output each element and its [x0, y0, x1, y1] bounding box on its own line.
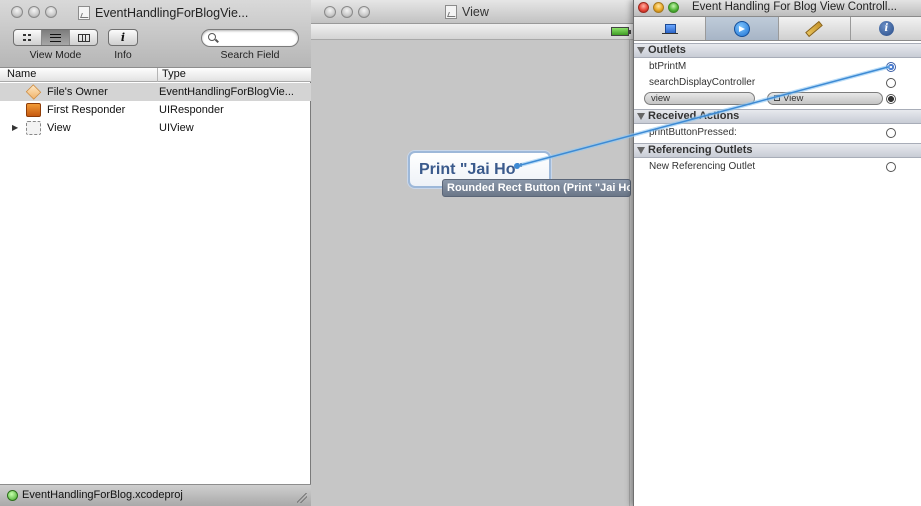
column-header-type[interactable]: Type [158, 68, 311, 82]
outlet-pill-view[interactable]: view [644, 92, 755, 105]
simulated-status-bar [311, 24, 633, 40]
attributes-icon [661, 23, 678, 34]
connection-circle-icon[interactable] [886, 128, 896, 138]
disclosure-triangle-icon[interactable]: ▶ [12, 119, 18, 137]
minimize-button[interactable] [28, 6, 40, 18]
view-titlebar: View [311, 0, 633, 24]
icon-view-button[interactable] [14, 30, 42, 45]
connection-circle-icon[interactable] [886, 78, 896, 88]
outline-row-files-owner[interactable]: File's Owner EventHandlingForBlogVie... [0, 83, 311, 101]
inspector-titlebar: Event Handling For Blog View Controll... [634, 0, 921, 17]
connection-circle-icon[interactable] [886, 94, 896, 104]
view-mode-label: View Mode [29, 49, 82, 61]
document-proxy-icon[interactable] [78, 6, 90, 20]
window-title-text: View [462, 5, 489, 19]
tab-identity[interactable]: i [851, 17, 921, 40]
battery-icon [611, 27, 631, 36]
window-controls [638, 2, 679, 13]
search-field-label: Search Field [220, 49, 280, 61]
outline-row-first-responder[interactable]: First Responder UIResponder [0, 101, 311, 119]
zoom-button[interactable] [668, 2, 679, 13]
info-icon: i [878, 21, 894, 36]
outlet-row-view: view View [634, 91, 921, 107]
action-label: printButtonPressed: [649, 127, 737, 138]
search-input[interactable] [220, 32, 294, 44]
minimize-button[interactable] [653, 2, 664, 13]
tab-connections[interactable] [706, 17, 779, 40]
resize-grip-icon[interactable] [297, 493, 307, 503]
referencing-row-new: New Referencing Outlet [634, 159, 921, 175]
outlet-label: btPrintM [649, 61, 687, 72]
window-title-text: EventHandlingForBlogVie... [95, 6, 249, 20]
section-referencing-outlets[interactable]: Referencing Outlets [634, 143, 921, 158]
section-outlets[interactable]: Outlets [634, 43, 921, 58]
connection-circle-icon[interactable] [886, 62, 896, 72]
search-field [201, 29, 299, 47]
zoom-button[interactable] [358, 6, 370, 18]
referencing-label: New Referencing Outlet [649, 161, 756, 172]
search-icon [208, 33, 216, 41]
document-window: EventHandlingForBlogVie... View Mode i I… [0, 0, 311, 506]
zoom-button[interactable] [45, 6, 57, 18]
column-header-name[interactable]: Name [0, 68, 158, 82]
document-status-bar: EventHandlingForBlog.xcodeproj [0, 484, 311, 506]
window-title: View [445, 5, 489, 19]
document-proxy-icon[interactable] [445, 5, 457, 19]
action-row-print-button-pressed: printButtonPressed: [634, 125, 921, 141]
window-controls [11, 6, 57, 18]
column-view-button[interactable] [70, 30, 97, 45]
connected-target-label: View [783, 93, 804, 104]
info-icon: i [120, 31, 126, 44]
view-window: View Print "Jai Ho" Rounded Rect Button … [311, 0, 633, 506]
element-tooltip: Rounded Rect Button (Print "Jai Ho") [442, 179, 631, 197]
row-name: First Responder [47, 104, 126, 116]
close-button[interactable] [11, 6, 23, 18]
outlet-row-btprintm: btPrintM [634, 59, 921, 75]
outline-row-view[interactable]: ▶ View UIView [0, 119, 311, 137]
outlet-row-search-display-controller: searchDisplayController [634, 75, 921, 91]
list-icon [50, 33, 61, 42]
section-received-actions[interactable]: Received Actions [634, 109, 921, 124]
project-status-icon [7, 490, 18, 501]
inspector-tabs: i [634, 17, 921, 41]
tab-attributes[interactable] [634, 17, 707, 40]
view-canvas[interactable] [311, 40, 633, 506]
inspector-title: Event Handling For Blog View Controll... [692, 1, 897, 13]
outline-header: Name Type [0, 68, 311, 82]
info-button[interactable]: i [108, 29, 138, 46]
outlet-label: searchDisplayController [649, 77, 756, 88]
close-button[interactable] [638, 2, 649, 13]
view-mode-control [13, 29, 98, 46]
info-label: Info [114, 49, 132, 61]
ruler-icon [805, 20, 823, 37]
columns-icon [77, 33, 90, 42]
row-name: View [47, 122, 71, 134]
grid-icon [23, 34, 32, 41]
connected-target-pill[interactable]: View [767, 92, 883, 105]
row-type: UIResponder [159, 104, 224, 116]
view-icon [26, 121, 41, 135]
window-title: EventHandlingForBlogVie... [78, 5, 308, 21]
minimize-button[interactable] [341, 6, 353, 18]
responder-icon [26, 103, 41, 117]
list-view-button[interactable] [42, 30, 70, 45]
connection-circle-icon[interactable] [886, 162, 896, 172]
close-button[interactable] [324, 6, 336, 18]
row-type: EventHandlingForBlogVie... [159, 86, 294, 98]
view-icon [774, 95, 780, 101]
connections-icon [733, 20, 750, 37]
document-titlebar: EventHandlingForBlogVie... View Mode i I… [0, 0, 311, 68]
tab-size[interactable] [779, 17, 851, 40]
cube-icon [25, 84, 42, 100]
row-type: UIView [159, 122, 194, 134]
connections-inspector: Event Handling For Blog View Controll...… [633, 0, 921, 506]
project-name: EventHandlingForBlog.xcodeproj [22, 489, 183, 501]
row-name: File's Owner [47, 86, 108, 98]
window-controls [324, 6, 370, 18]
